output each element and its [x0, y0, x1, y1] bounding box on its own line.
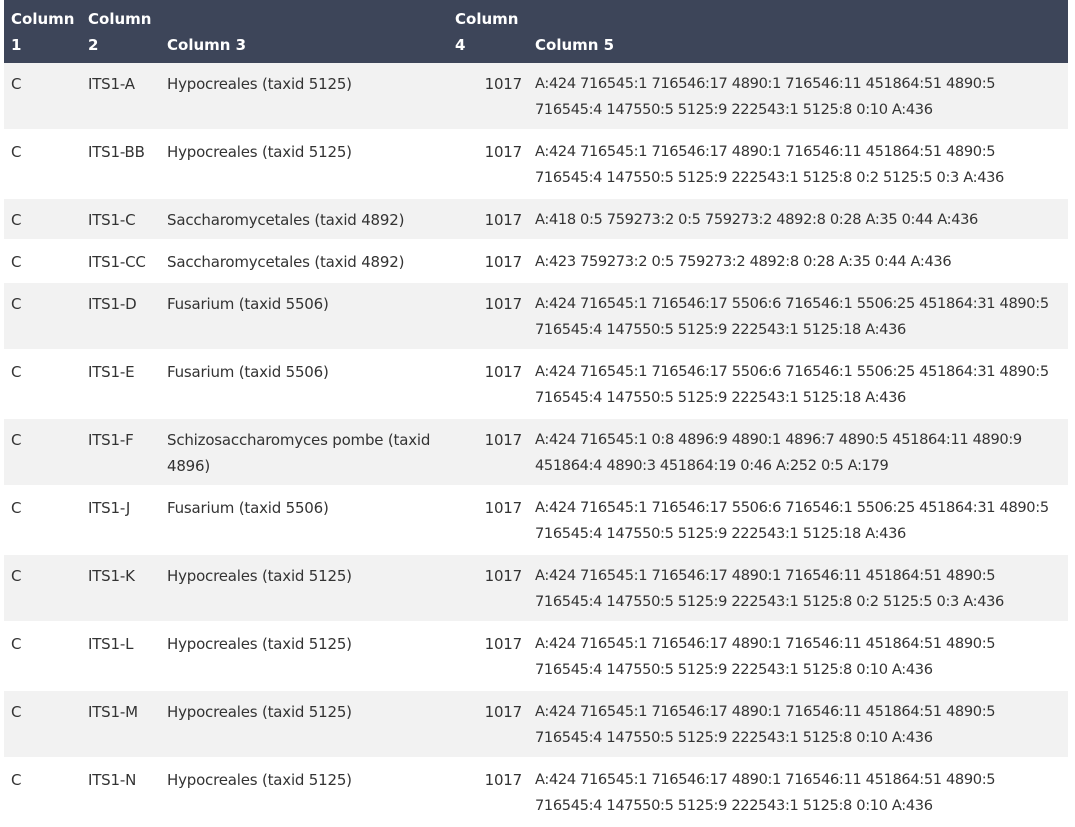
- cell-column-3: Hypocreales (taxid 5125): [167, 567, 352, 585]
- cell-column-5: A:418 0:5 759273:2 0:5 759273:2 4892:8 0…: [535, 211, 978, 228]
- table-row: C ITS1-A Hypocreales (taxid 5125) 1017 A:424…: [4, 63, 1068, 130]
- cell-column-4: 1017: [484, 253, 523, 271]
- cell-column-1: C: [11, 363, 22, 381]
- cell-column-4: 1017: [484, 363, 523, 381]
- table-header: Column 1 Column 2 Column 3 Column 4 Colu…: [4, 0, 1068, 63]
- cell-column-5: A:424 716545:1 716546:17 4890:1 716546:1…: [535, 771, 996, 814]
- cell-column-4: 1017: [484, 75, 523, 93]
- cell-column-5: A:424 716545:1 716546:17 4890:1 716546:1…: [535, 75, 996, 118]
- cell-column-3: Fusarium (taxid 5506): [167, 295, 329, 313]
- cell-column-1: C: [11, 253, 22, 271]
- cell-column-5: A:424 716545:1 716546:17 4890:1 716546:1…: [535, 635, 996, 678]
- cell-column-3: Fusarium (taxid 5506): [167, 499, 329, 517]
- cell-column-3: Saccharomycetales (taxid 4892): [167, 253, 405, 271]
- cell-column-1: C: [11, 703, 22, 721]
- cell-column-1: C: [11, 295, 22, 313]
- cell-column-1: C: [11, 567, 22, 585]
- cell-column-1: C: [11, 143, 22, 161]
- header-row: Column 1 Column 2 Column 3 Column 4 Colu…: [4, 0, 1068, 63]
- cell-column-2: ITS1-M: [88, 703, 138, 721]
- cell-column-4: 1017: [484, 771, 523, 789]
- cell-column-5: A:424 716545:1 716546:17 4890:1 716546:1…: [535, 703, 996, 746]
- cell-column-5: A:424 716545:1 716546:17 4890:1 716546:1…: [535, 143, 1004, 186]
- header-column-3: Column 3: [167, 36, 247, 54]
- table-row: C ITS1-E Fusarium (taxid 5506) 1017 A:424 71…: [4, 350, 1068, 418]
- cell-column-3: Schizosaccharomyces pombe (taxid 4896): [167, 431, 431, 475]
- header-column-2: Column 2: [88, 10, 152, 54]
- cell-column-4: 1017: [484, 703, 523, 721]
- results-table: Column 1 Column 2 Column 3 Column 4 Colu…: [4, 0, 1068, 827]
- header-column-1: Column 1: [11, 10, 75, 54]
- cell-column-2: ITS1-A: [88, 75, 135, 93]
- table-row: C ITS1-BB Hypocreales (taxid 5125) 1017 A:42…: [4, 130, 1068, 198]
- cell-column-4: 1017: [484, 431, 523, 449]
- cell-column-4: 1017: [484, 295, 523, 313]
- cell-column-4: 1017: [484, 143, 523, 161]
- cell-column-4: 1017: [484, 499, 523, 517]
- cell-column-3: Hypocreales (taxid 5125): [167, 143, 352, 161]
- cell-column-2: ITS1-J: [88, 499, 131, 517]
- cell-column-3: Hypocreales (taxid 5125): [167, 75, 352, 93]
- table-row: C ITS1-J Fusarium (taxid 5506) 1017 A:424 71…: [4, 486, 1068, 554]
- cell-column-1: C: [11, 771, 22, 789]
- table-row: C ITS1-L Hypocreales (taxid 5125) 1017 A:424…: [4, 622, 1068, 690]
- cell-column-3: Hypocreales (taxid 5125): [167, 771, 352, 789]
- table-row: C ITS1-M Hypocreales (taxid 5125) 1017 A:424…: [4, 690, 1068, 758]
- table-body: C ITS1-A Hypocreales (taxid 5125) 1017 A:424…: [4, 63, 1068, 826]
- cell-column-5: A:424 716545:1 716546:17 5506:6 716546:1…: [535, 295, 1049, 338]
- table-row: C ITS1-F Schizosaccharomyces pombe (taxid …: [4, 418, 1068, 486]
- table-row: C ITS1-CC Saccharomycetales (taxid 4892) 10…: [4, 240, 1068, 282]
- table-row: C ITS1-D Fusarium (taxid 5506) 1017 A:424 71…: [4, 282, 1068, 350]
- cell-column-5: A:424 716545:1 716546:17 5506:6 716546:1…: [535, 499, 1049, 542]
- table-row: C ITS1-C Saccharomycetales (taxid 4892) 101…: [4, 198, 1068, 240]
- cell-column-4: 1017: [484, 567, 523, 585]
- table-row: C ITS1-K Hypocreales (taxid 5125) 1017 A:424…: [4, 554, 1068, 622]
- cell-column-2: ITS1-D: [88, 295, 137, 313]
- cell-column-3: Saccharomycetales (taxid 4892): [167, 211, 405, 229]
- header-column-4: Column 4: [455, 10, 519, 54]
- cell-column-2: ITS1-E: [88, 363, 135, 381]
- cell-column-5: A:424 716545:1 0:8 4896:9 4890:1 4896:7 …: [535, 431, 1022, 474]
- results-table-container: Column 1 Column 2 Column 3 Column 4 Colu…: [4, 0, 1068, 827]
- cell-column-4: 1017: [484, 211, 523, 229]
- cell-column-1: C: [11, 431, 22, 449]
- cell-column-2: ITS1-BB: [88, 143, 145, 161]
- cell-column-5: A:424 716545:1 716546:17 4890:1 716546:1…: [535, 567, 1004, 610]
- cell-column-2: ITS1-K: [88, 567, 135, 585]
- cell-column-2: ITS1-C: [88, 211, 136, 229]
- cell-column-1: C: [11, 75, 22, 93]
- cell-column-2: ITS1-CC: [88, 253, 146, 271]
- cell-column-2: ITS1-L: [88, 635, 134, 653]
- cell-column-1: C: [11, 211, 22, 229]
- cell-column-5: A:424 716545:1 716546:17 5506:6 716546:1…: [535, 363, 1049, 406]
- cell-column-2: ITS1-F: [88, 431, 134, 449]
- cell-column-1: C: [11, 499, 22, 517]
- cell-column-3: Hypocreales (taxid 5125): [167, 703, 352, 721]
- cell-column-5: A:423 759273:2 0:5 759273:2 4892:8 0:28 …: [535, 253, 952, 270]
- cell-column-3: Fusarium (taxid 5506): [167, 363, 329, 381]
- table-row: C ITS1-N Hypocreales (taxid 5125) 1017 A:424…: [4, 758, 1068, 826]
- cell-column-1: C: [11, 635, 22, 653]
- cell-column-4: 1017: [484, 635, 523, 653]
- header-column-5: Column 5: [535, 36, 615, 54]
- cell-column-2: ITS1-N: [88, 771, 137, 789]
- cell-column-3: Hypocreales (taxid 5125): [167, 635, 352, 653]
